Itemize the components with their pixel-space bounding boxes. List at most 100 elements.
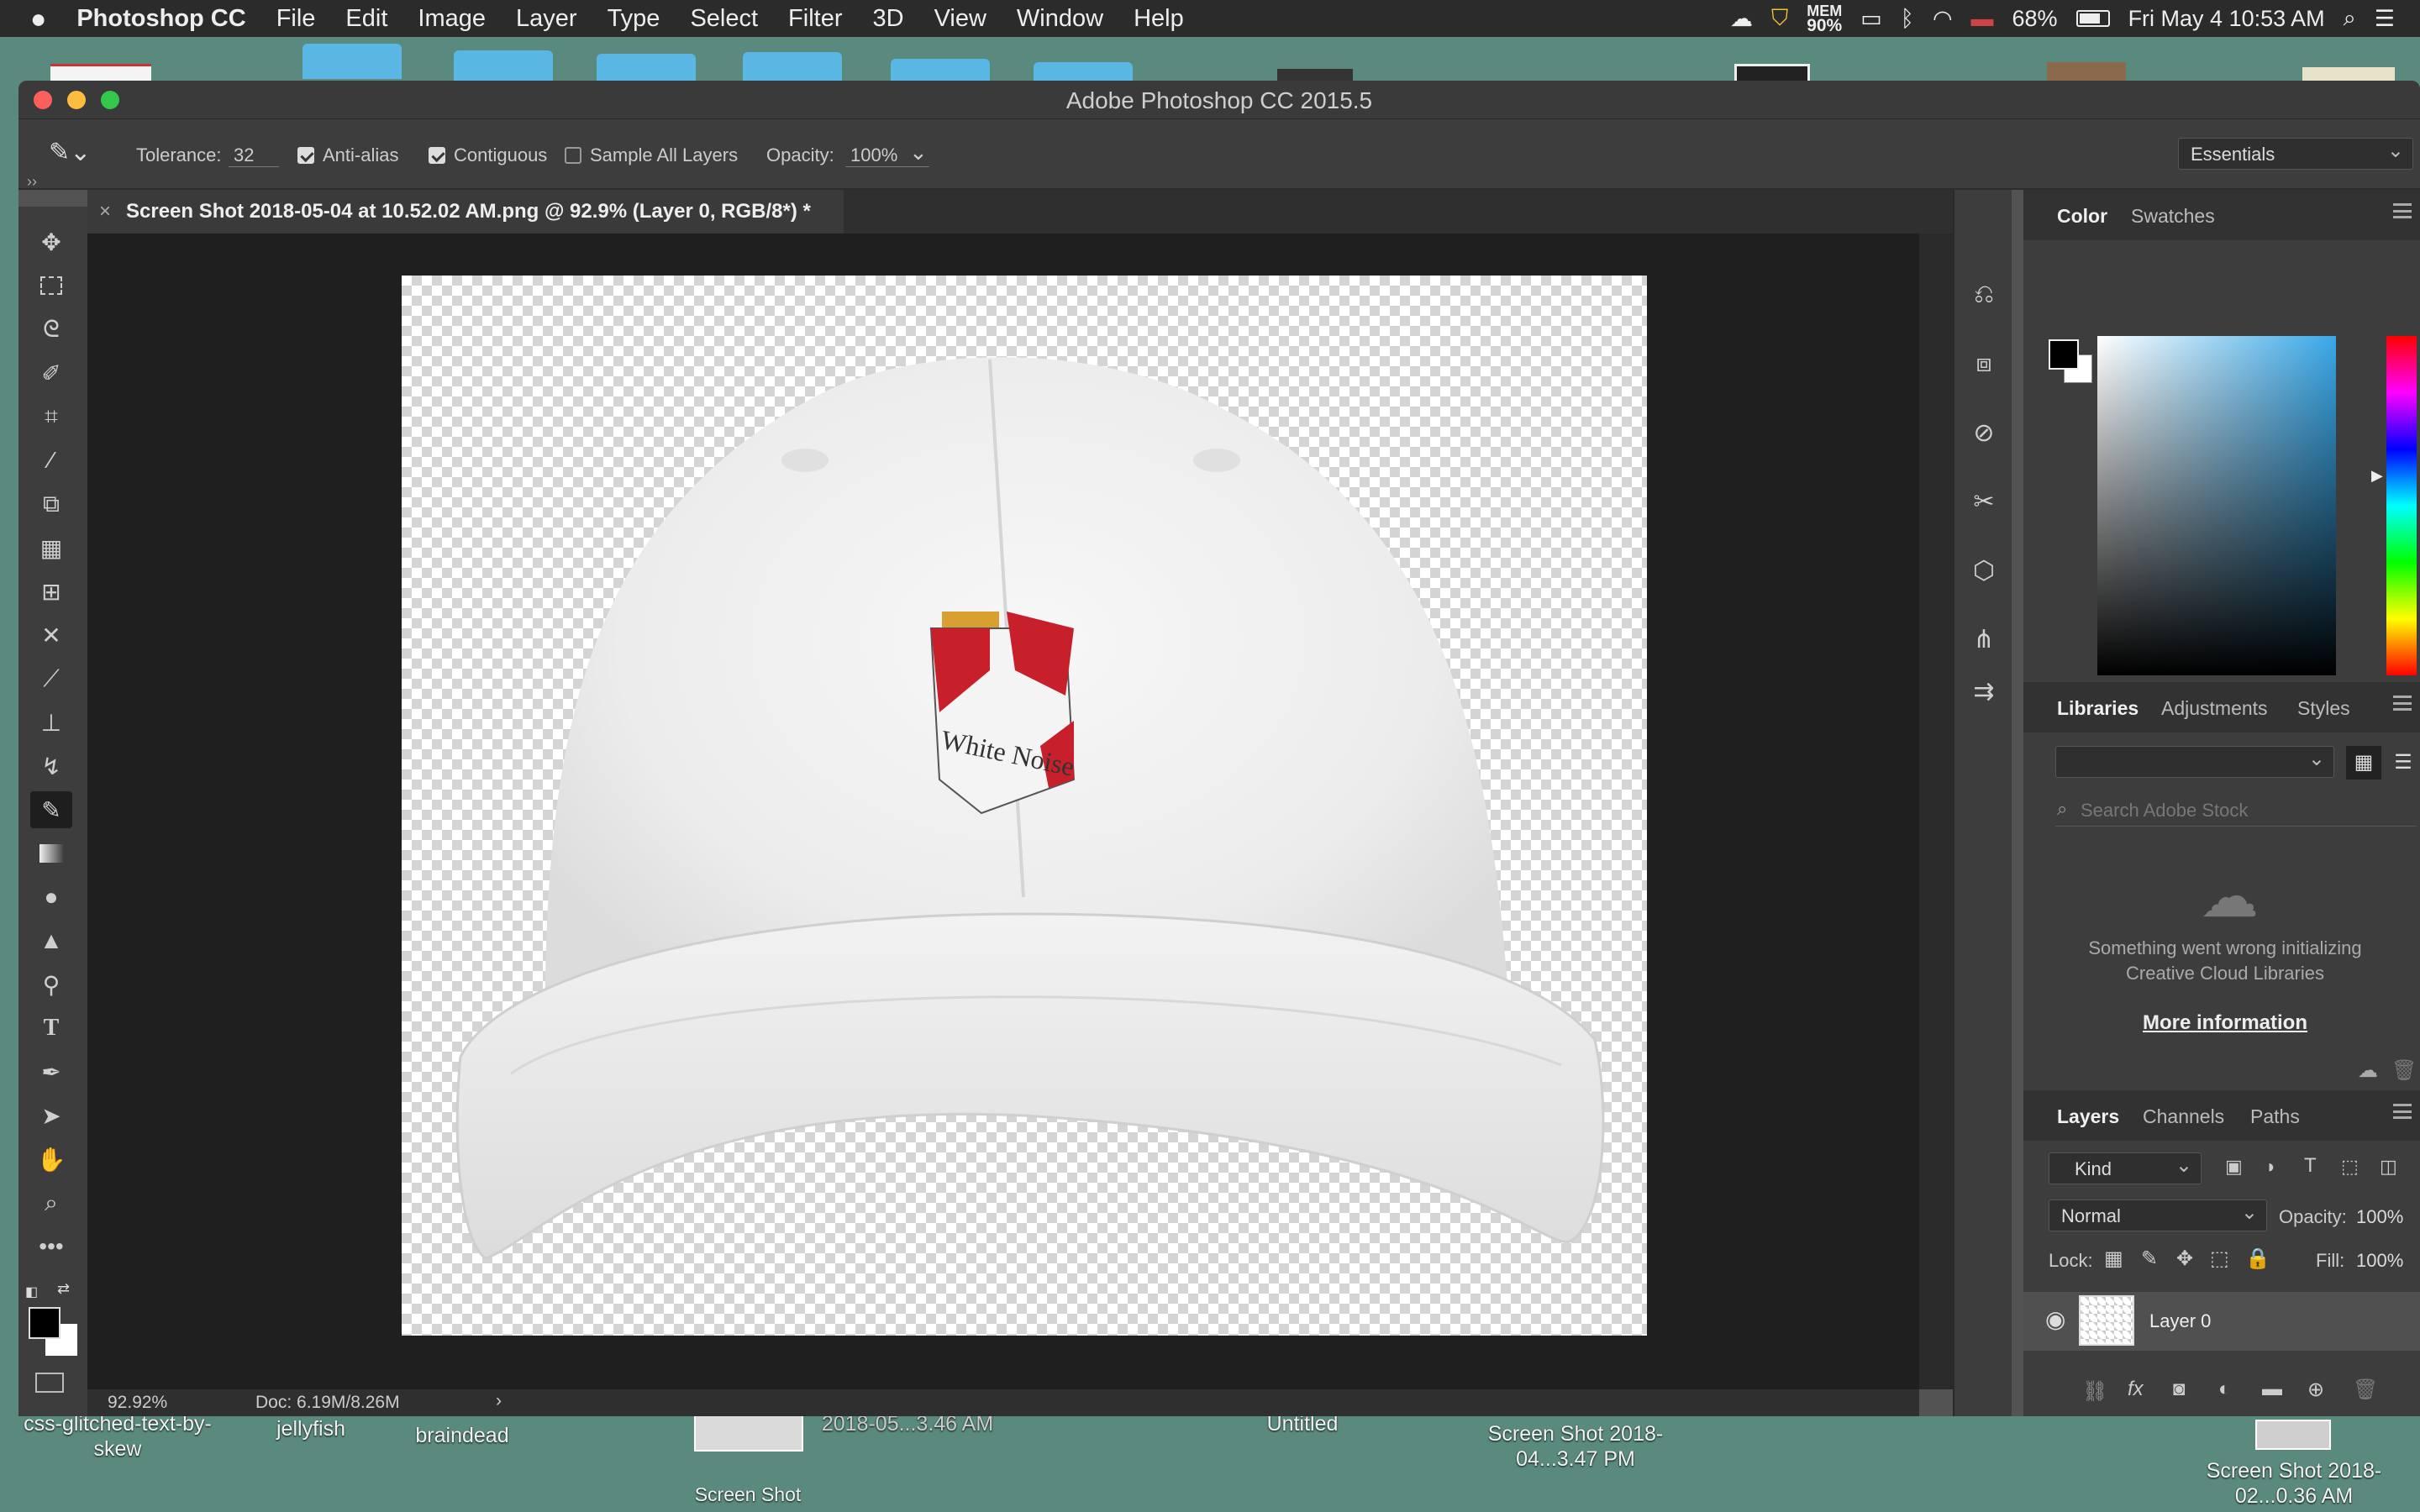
apple-menu-icon[interactable]: ● (0, 3, 61, 34)
more-tools-icon[interactable]: ••• (30, 1228, 72, 1265)
3d-panel-icon[interactable]: ⬡ (1963, 549, 2005, 591)
status-menu-arrow-icon[interactable]: › (496, 1391, 502, 1411)
menu-window[interactable]: Window (1002, 5, 1118, 33)
flag-icon[interactable]: ▬ (1971, 6, 1994, 32)
new-group-icon[interactable]: ▬ (2262, 1378, 2282, 1401)
tab-paths[interactable]: Paths (2250, 1105, 2300, 1128)
tool-presets-panel-icon[interactable]: ✂ (1963, 480, 2005, 522)
color-spectrum-picker[interactable] (2097, 336, 2336, 675)
path-selection-tool-icon[interactable]: ➤ (30, 1097, 72, 1134)
tab-channels[interactable]: Channels (2143, 1105, 2224, 1128)
anti-alias-checkbox[interactable]: Anti-alias (297, 144, 398, 166)
battery-icon[interactable] (2075, 10, 2110, 27)
lock-transparent-pixels-icon[interactable]: ▦ (2104, 1247, 2123, 1271)
tab-color[interactable]: Color (2057, 205, 2107, 228)
brush-tool-icon[interactable]: ⟋ (30, 660, 72, 697)
panel-fg-color-swatch[interactable] (2049, 339, 2079, 370)
image-canvas[interactable]: White Noise (402, 276, 1647, 1336)
layer-opacity-input[interactable]: 100% (2356, 1206, 2403, 1228)
gradient-tool-icon[interactable] (30, 835, 72, 872)
hue-slider-marker-icon[interactable]: ▶ (2371, 467, 2383, 485)
airplay-icon[interactable]: ▭ (1860, 6, 1882, 32)
spotlight-search-icon[interactable]: ⌕ (2344, 5, 2356, 32)
blur-tool-icon[interactable]: ● (30, 879, 72, 916)
paragraph-styles-panel-icon[interactable]: ⊘ (1963, 412, 2005, 454)
bluetooth-icon[interactable]: ᛒ (1901, 6, 1914, 32)
canvas-area[interactable]: White Noise (87, 234, 1919, 1389)
tool-preset-picker[interactable]: ✎⌄ (49, 138, 91, 167)
document-size-info[interactable]: Doc: 6.19M/8.26M (255, 1393, 400, 1413)
fill-input[interactable]: 100% (2356, 1250, 2403, 1272)
default-colors-icon[interactable]: ◧ (25, 1284, 38, 1300)
vertical-scrollbar[interactable] (1919, 234, 1953, 1389)
visibility-eye-icon[interactable]: ◉ (2045, 1305, 2065, 1333)
history-panel-icon[interactable]: ⎌ (1963, 274, 2005, 316)
desktop-label-braindead[interactable]: braindead (403, 1423, 521, 1448)
menu-select[interactable]: Select (675, 5, 773, 33)
list-view-icon[interactable]: ☰ (2386, 746, 2420, 780)
menu-layer[interactable]: Layer (501, 5, 592, 33)
desktop-label-screenshot-2[interactable]: Screen Shot 2018-02...0.36 AM (2193, 1458, 2395, 1509)
library-selector-dropdown[interactable] (2055, 746, 2334, 778)
quick-mask-icon[interactable] (35, 1373, 64, 1393)
tolerance-input[interactable]: 32 (229, 144, 279, 167)
folder-icon[interactable] (302, 44, 402, 79)
desktop-file-thumbnail[interactable] (694, 1415, 803, 1452)
type-tool-icon[interactable]: T (30, 1010, 72, 1047)
healing-brush-tool-icon[interactable]: ⧉ (30, 486, 72, 522)
panel-menu-icon[interactable] (2393, 203, 2412, 218)
shield-icon[interactable]: ⛉ (1771, 5, 1788, 32)
menu-view[interactable]: View (919, 5, 1002, 33)
lock-all-icon[interactable]: 🔒 (2245, 1247, 2270, 1271)
close-tab-icon[interactable]: × (99, 200, 111, 223)
dodge-tool-icon[interactable]: ▲ (30, 922, 72, 959)
wifi-icon[interactable]: ◠ (1933, 6, 1953, 32)
menu-file[interactable]: File (261, 5, 331, 33)
zoom-tool-icon[interactable]: ⌕ (30, 1184, 72, 1221)
layer-style-fx-icon[interactable]: fx (2128, 1378, 2144, 1401)
link-layers-icon[interactable]: ⛓ (2082, 1379, 2107, 1404)
desktop-label-jellyfish[interactable]: jellyfish (252, 1416, 370, 1441)
marquee-tool-icon[interactable] (30, 267, 72, 304)
properties-panel-icon[interactable]: ⧈ (1963, 343, 2005, 385)
lock-position-icon[interactable]: ✥ (2176, 1247, 2193, 1271)
menu-type[interactable]: Type (592, 5, 676, 33)
contiguous-checkbox[interactable]: Contiguous (429, 144, 547, 166)
add-mask-icon[interactable]: ◙ (2173, 1378, 2186, 1401)
foreground-color-swatch[interactable] (29, 1307, 60, 1339)
sample-all-layers-checkbox[interactable]: Sample All Layers (565, 144, 738, 166)
content-aware-move-tool-icon[interactable]: ✕ (30, 617, 72, 654)
history-brush-tool-icon[interactable]: ↯ (30, 748, 72, 785)
collapse-panel-icon[interactable]: ›› (27, 173, 37, 191)
menu-help[interactable]: Help (1118, 5, 1199, 33)
stock-search-field[interactable]: ⌕ Search Adobe Stock (2055, 793, 2417, 827)
tab-layers[interactable]: Layers (2057, 1105, 2119, 1128)
move-tool-icon[interactable]: ✥ (30, 223, 72, 260)
document-tab[interactable]: × Screen Shot 2018-05-04 at 10.52.02 AM.… (87, 190, 844, 234)
panel-menu-icon[interactable] (2393, 1104, 2412, 1119)
opacity-dropdown-icon[interactable]: ⌄ (909, 139, 928, 165)
crop-tool-icon[interactable]: ⌗ (30, 398, 72, 435)
panel-menu-icon[interactable] (2393, 696, 2412, 711)
tab-swatches[interactable]: Swatches (2131, 205, 2215, 228)
desktop-label-screenshot-3[interactable]: Screen Shot (672, 1482, 823, 1507)
battery-percent[interactable]: 68% (2012, 6, 2058, 32)
zoom-level-field[interactable]: 92.92% (108, 1393, 167, 1413)
actions-panel-icon[interactable]: ⇉ (1963, 670, 2005, 712)
lock-image-pixels-icon[interactable]: ✎ (2141, 1247, 2158, 1271)
clock[interactable]: Fri May 4 10:53 AM (2128, 6, 2325, 32)
patch-tool-icon[interactable]: ▦ (30, 529, 72, 566)
new-layer-icon[interactable]: ⊕ (2307, 1378, 2324, 1402)
more-information-link[interactable]: More information (2074, 1011, 2376, 1035)
delete-layer-icon[interactable]: 🗑 (2353, 1378, 2378, 1402)
blend-mode-dropdown[interactable]: Normal (2049, 1200, 2267, 1231)
hand-tool-icon[interactable]: ✋ (30, 1141, 72, 1178)
lock-artboard-icon[interactable]: ⬚ (2210, 1247, 2229, 1271)
filter-adjustment-icon[interactable]: ◑ (2264, 1156, 2275, 1178)
memory-indicator[interactable]: MEM 90% (1807, 3, 1842, 34)
magic-eraser-tool-icon[interactable]: ✎ (30, 791, 72, 828)
adjustment-layer-icon[interactable]: ◐ (2218, 1378, 2231, 1401)
layer-name[interactable]: Layer 0 (2149, 1310, 2211, 1332)
desktop-label-css-glitched[interactable]: css-glitched-text-by-skew (17, 1411, 218, 1462)
delete-icon[interactable]: 🗑 (2391, 1058, 2417, 1083)
